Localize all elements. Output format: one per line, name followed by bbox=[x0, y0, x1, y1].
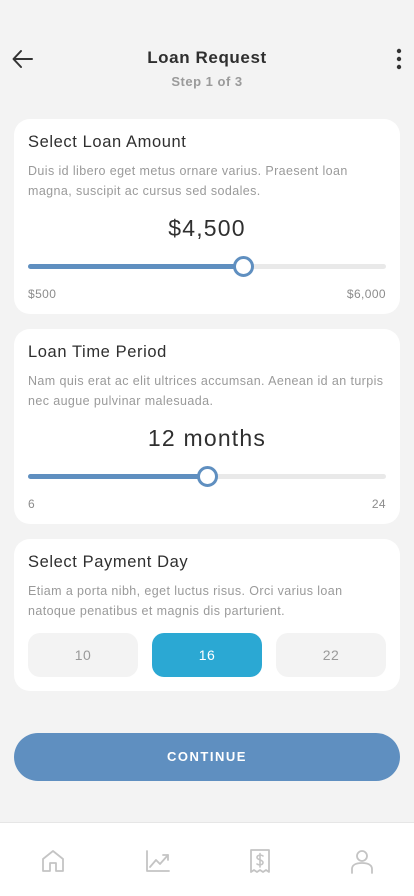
payment-day-card: Select Payment Day Etiam a porta nibh, e… bbox=[14, 539, 400, 691]
step-indicator: Step 1 of 3 bbox=[171, 74, 243, 89]
loan-amount-value: $4,500 bbox=[168, 215, 246, 241]
nav-stats[interactable] bbox=[144, 847, 172, 875]
time-period-card: Loan Time Period Nam quis erat ac elit u… bbox=[14, 329, 400, 524]
time-period-title: Loan Time Period bbox=[28, 343, 167, 361]
continue-button[interactable]: CONTINUE bbox=[14, 733, 400, 781]
more-vertical-icon bbox=[396, 48, 402, 70]
time-period-value: 12 months bbox=[147, 425, 267, 451]
slider-thumb[interactable] bbox=[232, 256, 254, 277]
more-menu-button[interactable] bbox=[392, 46, 406, 72]
nav-home[interactable] bbox=[39, 847, 67, 875]
bottom-nav bbox=[0, 822, 414, 896]
time-period-max: 24 bbox=[371, 497, 386, 511]
loan-amount-max: $6,000 bbox=[346, 287, 386, 301]
time-period-description: Nam quis erat ac elit ultrices accumsan.… bbox=[28, 374, 384, 408]
page-title: Loan Request bbox=[147, 48, 267, 67]
nav-loans[interactable] bbox=[246, 847, 274, 875]
slider-fill bbox=[28, 474, 207, 479]
loan-amount-description: Duis id libero eget metus ornare varius.… bbox=[28, 164, 348, 198]
profile-icon bbox=[351, 850, 373, 874]
receipt-icon bbox=[250, 849, 270, 873]
day-option-22[interactable]: 22 bbox=[276, 633, 386, 677]
loan-amount-title: Select Loan Amount bbox=[28, 133, 187, 151]
home-icon bbox=[42, 850, 64, 872]
payment-day-title: Select Payment Day bbox=[28, 553, 189, 571]
day-option-10[interactable]: 10 bbox=[28, 633, 138, 677]
slider-fill bbox=[28, 264, 243, 269]
loan-amount-min: $500 bbox=[28, 287, 57, 301]
loan-amount-slider[interactable] bbox=[28, 256, 386, 277]
day-option-16[interactable]: 16 bbox=[152, 633, 262, 677]
header: Loan Request Step 1 of 3 bbox=[0, 0, 414, 110]
loan-amount-card: Select Loan Amount Duis id libero eget m… bbox=[14, 119, 400, 314]
slider-thumb[interactable] bbox=[197, 466, 218, 487]
payment-day-description: Etiam a porta nibh, eget luctus risus. O… bbox=[28, 584, 343, 618]
nav-profile[interactable] bbox=[348, 847, 376, 875]
time-period-slider[interactable] bbox=[28, 466, 386, 487]
chart-icon bbox=[146, 850, 170, 872]
time-period-min: 6 bbox=[28, 497, 36, 511]
